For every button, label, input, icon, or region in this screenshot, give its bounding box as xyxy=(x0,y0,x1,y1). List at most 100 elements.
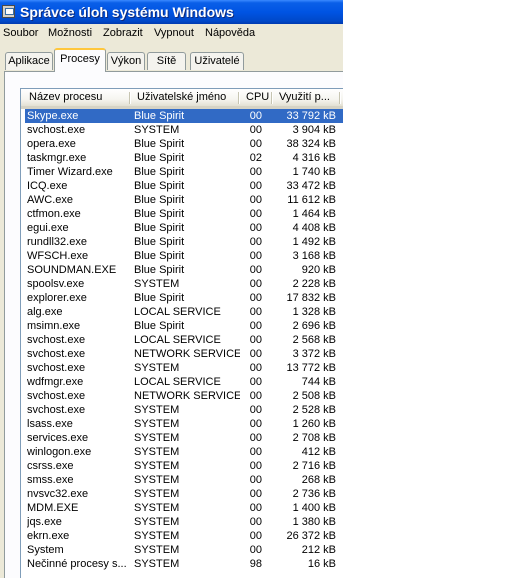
column-header-memory-usage[interactable]: Využití p... xyxy=(273,89,339,106)
process-name-cell: svchost.exe xyxy=(27,362,86,374)
user-name-cell: SYSTEM xyxy=(134,124,180,136)
cpu-cell: 98 xyxy=(249,558,262,570)
table-row[interactable]: svchost.exe NETWORK SERVICE 00 3 372 kB xyxy=(21,347,343,361)
cpu-cell: 00 xyxy=(249,432,262,444)
column-header-process-name[interactable]: Název procesu xyxy=(23,89,129,106)
table-row[interactable]: System SYSTEM 00 212 kB xyxy=(21,543,343,557)
process-name-cell: egui.exe xyxy=(27,222,69,234)
table-row[interactable]: SOUNDMAN.EXE Blue Spirit 00 920 kB xyxy=(21,263,343,277)
process-name-cell: wdfmgr.exe xyxy=(27,376,84,388)
process-name-cell: smss.exe xyxy=(27,474,74,486)
memory-usage-cell: 744 kB xyxy=(301,376,336,388)
cpu-cell: 00 xyxy=(249,320,262,332)
process-name-cell: svchost.exe xyxy=(27,334,86,346)
table-row[interactable]: MDM.EXE SYSTEM 00 1 400 kB xyxy=(21,501,343,515)
user-name-cell: Blue Spirit xyxy=(134,236,185,248)
memory-usage-cell: 412 kB xyxy=(301,446,336,458)
table-row[interactable]: smss.exe SYSTEM 00 268 kB xyxy=(21,473,343,487)
cpu-cell: 00 xyxy=(249,460,262,472)
list-header: Název procesu Uživatelské jméno CPU Využ… xyxy=(21,89,343,109)
cpu-cell: 00 xyxy=(249,376,262,388)
user-name-cell: Blue Spirit xyxy=(134,250,185,262)
table-row[interactable]: wdfmgr.exe LOCAL SERVICE 00 744 kB xyxy=(21,375,343,389)
column-header-user-name[interactable]: Uživatelské jméno xyxy=(131,89,237,106)
table-row[interactable]: svchost.exe SYSTEM 00 13 772 kB xyxy=(21,361,343,375)
table-row[interactable]: alg.exe LOCAL SERVICE 00 1 328 kB xyxy=(21,305,343,319)
tab-networking[interactable]: Sítě xyxy=(147,52,186,70)
table-row[interactable]: svchost.exe SYSTEM 00 3 904 kB xyxy=(21,123,343,137)
user-name-cell: SYSTEM xyxy=(134,530,180,542)
cpu-cell: 00 xyxy=(249,362,262,374)
menu-view[interactable]: Zobrazit xyxy=(103,27,143,39)
user-name-cell: SYSTEM xyxy=(134,474,180,486)
table-row[interactable]: svchost.exe SYSTEM 00 2 528 kB xyxy=(21,403,343,417)
cpu-cell: 00 xyxy=(249,124,262,136)
table-row[interactable]: lsass.exe SYSTEM 00 1 260 kB xyxy=(21,417,343,431)
table-row[interactable]: WFSCH.exe Blue Spirit 00 3 168 kB xyxy=(21,249,343,263)
table-row[interactable]: ctfmon.exe Blue Spirit 00 1 464 kB xyxy=(21,207,343,221)
table-row[interactable]: svchost.exe LOCAL SERVICE 00 2 568 kB xyxy=(21,333,343,347)
table-row[interactable]: taskmgr.exe Blue Spirit 02 4 316 kB xyxy=(21,151,343,165)
process-name-cell: lsass.exe xyxy=(27,418,73,430)
menu-shutdown[interactable]: Vypnout xyxy=(154,27,194,39)
menu-file[interactable]: Soubor xyxy=(3,27,38,39)
user-name-cell: SYSTEM xyxy=(134,362,180,374)
cpu-cell: 00 xyxy=(249,502,262,514)
user-name-cell: Blue Spirit xyxy=(134,194,185,206)
process-list[interactable]: Název procesu Uživatelské jméno CPU Využ… xyxy=(20,88,343,578)
menu-options[interactable]: Možnosti xyxy=(48,27,92,39)
table-row[interactable]: spoolsv.exe SYSTEM 00 2 228 kB xyxy=(21,277,343,291)
table-row[interactable]: jqs.exe SYSTEM 00 1 380 kB xyxy=(21,515,343,529)
table-row[interactable]: ekrn.exe SYSTEM 00 26 372 kB xyxy=(21,529,343,543)
table-row[interactable]: Skype.exe Blue Spirit 00 33 792 kB xyxy=(21,109,343,123)
column-divider[interactable] xyxy=(339,92,341,104)
memory-usage-cell: 16 kB xyxy=(307,558,336,570)
table-row[interactable]: svchost.exe NETWORK SERVICE 00 2 508 kB xyxy=(21,389,343,403)
user-name-cell: Blue Spirit xyxy=(134,320,185,332)
memory-usage-cell: 17 832 kB xyxy=(286,292,336,304)
table-row[interactable]: nvsvc32.exe SYSTEM 00 2 736 kB xyxy=(21,487,343,501)
memory-usage-cell: 2 228 kB xyxy=(292,278,336,290)
tab-users[interactable]: Uživatelé xyxy=(190,52,244,70)
task-manager-app-icon[interactable] xyxy=(2,5,15,18)
table-row[interactable]: AWC.exe Blue Spirit 00 11 612 kB xyxy=(21,193,343,207)
cpu-cell: 00 xyxy=(249,516,262,528)
process-name-cell: SOUNDMAN.EXE xyxy=(27,264,117,276)
table-row[interactable]: winlogon.exe SYSTEM 00 412 kB xyxy=(21,445,343,459)
user-name-cell: SYSTEM xyxy=(134,460,180,472)
memory-usage-cell: 3 372 kB xyxy=(292,348,336,360)
cpu-cell: 00 xyxy=(249,138,262,150)
cpu-cell: 00 xyxy=(249,474,262,486)
user-name-cell: SYSTEM xyxy=(134,488,180,500)
memory-usage-cell: 4 408 kB xyxy=(292,222,336,234)
table-row[interactable]: rundll32.exe Blue Spirit 00 1 492 kB xyxy=(21,235,343,249)
cpu-cell: 00 xyxy=(249,390,262,402)
cpu-cell: 00 xyxy=(249,446,262,458)
process-name-cell: Skype.exe xyxy=(27,110,79,122)
menu-help[interactable]: Nápověda xyxy=(205,27,255,39)
table-row[interactable]: explorer.exe Blue Spirit 00 17 832 kB xyxy=(21,291,343,305)
process-name-cell: nvsvc32.exe xyxy=(27,488,89,500)
table-row[interactable]: Timer Wizard.exe Blue Spirit 00 1 740 kB xyxy=(21,165,343,179)
table-row[interactable]: services.exe SYSTEM 00 2 708 kB xyxy=(21,431,343,445)
table-row[interactable]: ICQ.exe Blue Spirit 00 33 472 kB xyxy=(21,179,343,193)
tab-performance[interactable]: Výkon xyxy=(107,52,145,70)
tab-processes[interactable]: Procesy xyxy=(54,48,106,72)
table-row[interactable]: Nečinné procesy s... SYSTEM 98 16 kB xyxy=(21,557,343,571)
table-row[interactable]: csrss.exe SYSTEM 00 2 716 kB xyxy=(21,459,343,473)
table-row[interactable]: opera.exe Blue Spirit 00 38 324 kB xyxy=(21,137,343,151)
process-name-cell: svchost.exe xyxy=(27,348,86,360)
title-bar[interactable]: Správce úloh systému Windows xyxy=(0,0,343,24)
task-manager-window: Správce úloh systému Windows Soubor Možn… xyxy=(0,0,343,578)
memory-usage-cell: 1 492 kB xyxy=(292,236,336,248)
table-row[interactable]: msimn.exe Blue Spirit 00 2 696 kB xyxy=(21,319,343,333)
tab-applications[interactable]: Aplikace xyxy=(5,52,53,70)
column-header-cpu[interactable]: CPU xyxy=(240,89,270,106)
process-name-cell: explorer.exe xyxy=(27,292,87,304)
table-row[interactable]: egui.exe Blue Spirit 00 4 408 kB xyxy=(21,221,343,235)
user-name-cell: Blue Spirit xyxy=(134,138,185,150)
cpu-cell: 00 xyxy=(249,418,262,430)
memory-usage-cell: 1 380 kB xyxy=(292,516,336,528)
process-name-cell: Timer Wizard.exe xyxy=(27,166,113,178)
process-name-cell: AWC.exe xyxy=(27,194,74,206)
